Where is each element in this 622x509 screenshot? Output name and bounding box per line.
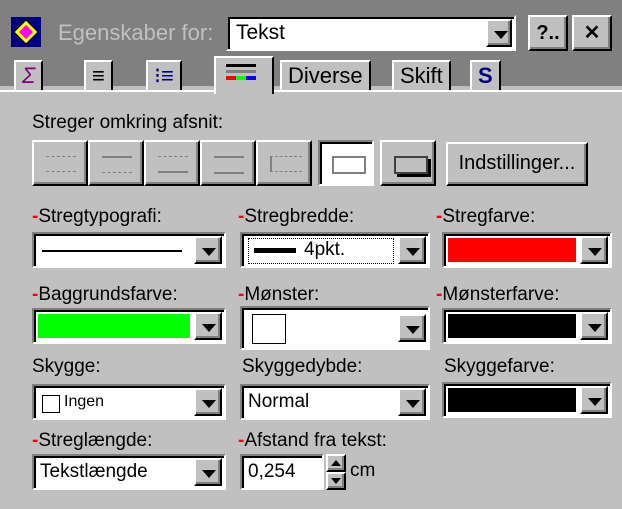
tab-skift-label: Skift	[400, 63, 443, 88]
border-preset-top-bottom[interactable]	[200, 140, 256, 186]
line-length-value: Tekstlængde	[40, 461, 148, 482]
arrow-up-icon	[331, 460, 341, 466]
shadow-label: Skygge:	[32, 356, 101, 377]
object-type-select[interactable]: Tekst	[226, 15, 516, 51]
pattern-color-swatch	[448, 314, 576, 338]
line-style-preview	[42, 250, 182, 252]
line-length-text: Streglængde:	[38, 430, 153, 451]
chevron-down-icon[interactable]	[398, 314, 426, 342]
object-type-value: Tekst	[236, 21, 286, 44]
distance-unit: cm	[350, 460, 376, 481]
chevron-down-icon[interactable]	[398, 388, 426, 416]
tab-diverse-label: Diverse	[288, 63, 363, 88]
distance-value: 0,254	[248, 461, 296, 482]
help-button[interactable]: ?..	[528, 15, 568, 51]
line-width-text: Stregbredde:	[244, 206, 355, 227]
line-width-value: 4pkt.	[304, 239, 346, 260]
distance-text: Afstand fra tekst:	[244, 430, 387, 451]
pattern-preview	[252, 314, 286, 344]
tab-paragraph[interactable]: ≡	[84, 60, 113, 90]
chevron-down-icon[interactable]	[194, 458, 222, 486]
spin-up-button[interactable]	[326, 454, 346, 472]
chevron-down-icon[interactable]	[580, 386, 608, 414]
shadow-color-swatch	[448, 388, 576, 412]
background-color-select[interactable]	[32, 308, 226, 344]
background-color-swatch	[38, 314, 190, 338]
chevron-down-icon[interactable]	[194, 312, 222, 340]
border-preset-top[interactable]	[88, 140, 144, 186]
spin-down-button[interactable]	[326, 472, 346, 490]
chevron-down-icon[interactable]	[580, 236, 608, 264]
pattern-color-text: Mønsterfarve:	[442, 284, 560, 305]
border-preset-box[interactable]	[318, 140, 374, 186]
border-preset-bottom[interactable]	[144, 140, 200, 186]
line-width-label: -Stregbredde:	[238, 206, 354, 228]
line-width-preview	[254, 248, 296, 253]
line-color-select[interactable]	[442, 232, 612, 268]
shadow-color-select[interactable]	[442, 382, 612, 418]
distance-input[interactable]: 0,254	[240, 454, 324, 490]
shadow-depth-label: Skyggedybde:	[242, 356, 363, 377]
chevron-down-icon[interactable]	[486, 19, 512, 47]
line-length-select[interactable]: Tekstlængde	[32, 454, 226, 490]
pattern-text: Mønster:	[244, 284, 320, 305]
border-icon	[226, 64, 256, 80]
shadow-select[interactable]: Ingen	[32, 384, 226, 420]
border-preset-left[interactable]	[256, 140, 312, 186]
properties-for-label: Egenskaber for:	[58, 20, 214, 45]
line-width-select[interactable]: 4pkt.	[240, 232, 430, 268]
tab-borders[interactable]	[214, 56, 274, 94]
checkbox-icon	[42, 395, 60, 413]
background-color-label: -Baggrundsfarve:	[32, 284, 178, 306]
shadow-color-label: Skyggefarve:	[444, 356, 555, 377]
close-button[interactable]: ✕	[572, 15, 612, 51]
pattern-select[interactable]	[240, 306, 430, 350]
pattern-color-select[interactable]	[442, 308, 612, 344]
arrow-down-icon	[331, 478, 341, 484]
line-length-label: -Streglængde:	[32, 430, 152, 452]
shadow-depth-select[interactable]: Normal	[240, 384, 430, 420]
tab-skift[interactable]: Skift	[392, 60, 451, 90]
chevron-down-icon[interactable]	[194, 236, 222, 264]
tab-bullets[interactable]: ⁝≡	[146, 60, 182, 90]
background-color-text: Baggrundsfarve:	[38, 284, 178, 305]
tab-style[interactable]: S	[470, 60, 501, 90]
border-preset-none[interactable]	[32, 140, 88, 186]
chevron-down-icon[interactable]	[580, 312, 608, 340]
chevron-down-icon[interactable]	[194, 388, 222, 416]
text-format-icon: Σ	[22, 63, 36, 88]
bullets-icon: ⁝≡	[154, 63, 174, 88]
pattern-color-label: -Mønsterfarve:	[436, 284, 560, 306]
line-typography-text: Stregtypografi:	[38, 206, 162, 227]
line-color-text: Stregfarve:	[442, 206, 536, 227]
shadow-value: Ingen	[64, 393, 105, 410]
tab-diverse[interactable]: Diverse	[280, 60, 371, 90]
style-icon: S	[478, 63, 493, 88]
line-typography-label: -Stregtypografi:	[32, 206, 162, 228]
shadow-depth-value: Normal	[248, 391, 310, 412]
line-color-swatch	[448, 238, 576, 262]
tab-text-format[interactable]: Σ	[14, 60, 44, 90]
settings-button[interactable]: Indstillinger...	[446, 142, 588, 186]
border-section-label: Streger omkring afsnit:	[32, 112, 224, 133]
line-typography-select[interactable]	[32, 232, 226, 268]
paragraph-icon: ≡	[92, 63, 105, 88]
line-color-label: -Stregfarve:	[436, 206, 535, 228]
pattern-label: -Mønster:	[238, 284, 319, 306]
border-preset-shadow-box[interactable]	[380, 140, 436, 186]
chevron-down-icon[interactable]	[398, 236, 426, 264]
distance-label: -Afstand fra tekst:	[238, 430, 387, 452]
properties-icon	[11, 17, 41, 47]
